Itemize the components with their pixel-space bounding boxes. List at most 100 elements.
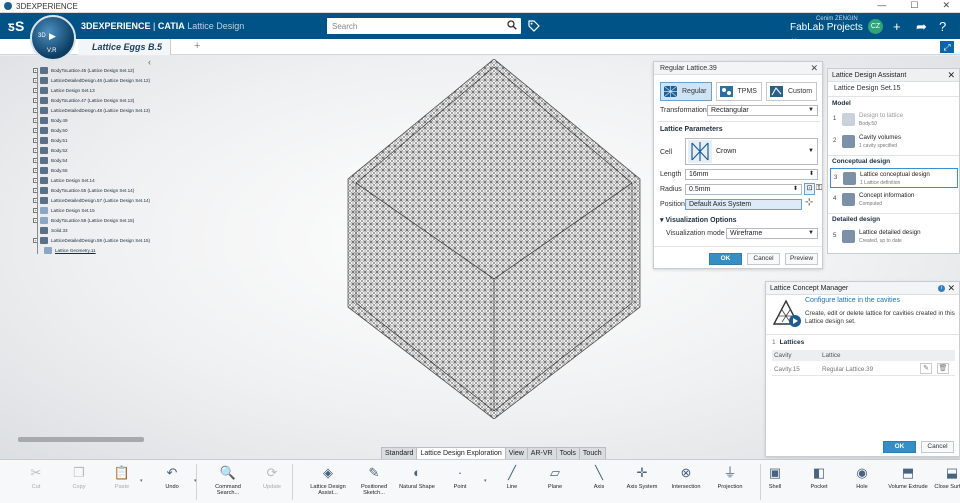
tree-item[interactable]: + LatticeDetailedDesign.48 (Lattice Desig… (33, 105, 150, 115)
spinner-icon[interactable]: ⬍ (793, 185, 798, 194)
info-icon[interactable]: i (938, 285, 945, 292)
tree-item[interactable]: + Body.51 (33, 135, 68, 145)
ok-button[interactable]: OK (709, 253, 742, 265)
step-design-to-lattice[interactable]: 1 Design to lattice Body.50 (830, 110, 958, 130)
specification-tree[interactable]: ‹ + BodyToLattice.45 (Lattice Design Set.… (0, 56, 160, 446)
visualization-mode-select[interactable]: Wireframe ▼ (726, 228, 818, 239)
search-input[interactable] (327, 18, 497, 34)
spinner-icon[interactable]: ⬍ (809, 170, 814, 179)
maximize-icon[interactable]: ☐ (910, 0, 918, 11)
undo-dropdown-icon[interactable]: ▾ (140, 478, 143, 484)
tree-item[interactable]: Lattice Geometry.11 (44, 245, 96, 255)
paste-button[interactable]: 📋 Paste (98, 462, 146, 502)
type-regular-button[interactable]: Regular (660, 82, 712, 101)
hole-button[interactable]: ◉ Hole (838, 462, 886, 502)
tree-item[interactable]: + Body.54 (33, 155, 68, 165)
delete-icon[interactable]: 🗑 (937, 363, 949, 374)
axis-system-icon[interactable]: ⊹ (805, 197, 813, 208)
step-concept-information[interactable]: 4 Concept information Computed (830, 190, 958, 210)
tag-icon[interactable] (528, 20, 540, 32)
tree-item[interactable]: Solid.33 (40, 225, 68, 235)
search-box[interactable] (327, 18, 521, 34)
tree-item[interactable]: + Body.55 (33, 165, 68, 175)
workbench-tab[interactable]: Lattice Design Exploration (416, 447, 506, 459)
intersection-button[interactable]: ⊗ Intersection (662, 462, 710, 502)
play-icon[interactable]: ▶ (49, 31, 56, 42)
command-dropdown-icon[interactable]: ▾ (194, 478, 197, 484)
volume-extrude-button[interactable]: ⬒ Volume Extrude (884, 462, 932, 502)
axis-system-button[interactable]: ✛ Axis System (618, 462, 666, 502)
dassault-logo-icon[interactable]: ƽS (8, 18, 24, 34)
workbench-tab[interactable]: Tools (555, 447, 580, 459)
tree-collapse-button[interactable]: ‹ (148, 57, 151, 67)
tab-document[interactable]: Lattice Eggs B.5 (78, 39, 172, 55)
radius-option-icon[interactable]: ⊡ (804, 183, 815, 195)
tree-item[interactable]: + Lattice Design Set.13 (33, 85, 95, 95)
undo-button[interactable]: ↶ Undo (148, 462, 196, 502)
cell-select[interactable]: Crown ▼ (685, 138, 818, 165)
cancel-button[interactable]: Cancel (747, 253, 780, 265)
tree-item[interactable]: + Lattice Design Set.15 (33, 205, 95, 215)
length-input[interactable]: 16mm ⬍ (685, 169, 818, 180)
tree-item[interactable]: + Body.49 (33, 115, 68, 125)
tree-item[interactable]: + LatticeDetailedDesign.59 (Lattice Desig… (33, 235, 150, 245)
step-lattice-conceptual-design[interactable]: 3 Lattice conceptual design 1 Lattice de… (830, 168, 958, 188)
lattice-geometry[interactable] (344, 59, 644, 419)
copy-button[interactable]: ❐ Copy (55, 462, 103, 502)
command-search-button[interactable]: 🔍 Command Search... (204, 462, 252, 502)
scissors-button[interactable]: ✂ Cut (12, 462, 60, 502)
tree-item[interactable]: + LatticeDetailedDesign.57 (Lattice Desig… (33, 195, 150, 205)
type-tpms-button[interactable]: TPMS (715, 82, 762, 101)
workbench-tab[interactable]: Touch (578, 447, 606, 459)
tree-item[interactable]: + BodyToLattice.58 (Lattice Design Set.15… (33, 215, 134, 225)
search-icon[interactable] (507, 20, 517, 30)
tree-item[interactable]: + Body.50 (33, 125, 68, 135)
help-icon[interactable]: ? (939, 19, 946, 34)
plane-button[interactable]: ▱ Plane (531, 462, 579, 502)
projection-button[interactable]: ⏚ Projection (706, 462, 754, 502)
radius-lock-icon[interactable]: ⚿ (816, 183, 822, 193)
step-cavity-volumes[interactable]: 2 Cavity volumes 1 cavity specified (830, 132, 958, 152)
lattice-assistant-button[interactable]: ◈ Lattice Design Assist... (304, 462, 352, 502)
transformation-select[interactable]: Rectangular ▼ (707, 105, 818, 116)
tree-item[interactable]: + BodyToLattice.47 (Lattice Design Set.13… (33, 95, 134, 105)
type-custom-button[interactable]: Custom (765, 82, 818, 101)
share-icon[interactable]: ➦ (916, 19, 927, 35)
edit-icon[interactable]: ✎ (920, 363, 932, 374)
compass[interactable]: 3D ▶ V.R (30, 15, 76, 61)
radius-input[interactable]: 0.5mm ⬍ (685, 184, 802, 195)
position-field[interactable]: Default Axis System (685, 199, 802, 210)
table-row[interactable]: Cavity.15 Regular Lattice.39 ✎ 🗑 (772, 362, 955, 376)
update-button[interactable]: ⟳ Update (248, 462, 296, 502)
close-icon[interactable]: ✕ (947, 69, 955, 82)
configure-lattice-link[interactable]: Configure lattice in the cavities (805, 297, 900, 304)
step-lattice-detailed-design[interactable]: 5 Lattice detailed design Created, up to… (830, 227, 958, 247)
avatar[interactable]: CZ (868, 19, 883, 34)
add-icon[interactable]: + (893, 19, 901, 34)
workbench-tab[interactable]: View (504, 447, 528, 459)
tree-scrollbar[interactable] (18, 437, 144, 442)
add-tab-button[interactable]: + (194, 40, 200, 52)
close-icon[interactable]: ✕ (942, 0, 950, 11)
ok-button[interactable]: OK (883, 441, 916, 453)
tree-item[interactable]: + LatticeDetailedDesign.46 (Lattice Desig… (33, 75, 150, 85)
visualization-options-header[interactable]: ▾ Visualization Options (660, 216, 737, 224)
tree-item[interactable]: + Body.52 (33, 145, 68, 155)
expand-icon[interactable]: ⤢ (940, 41, 954, 53)
tree-item[interactable]: + BodyToLattice.45 (Lattice Design Set.12… (33, 65, 134, 75)
cancel-button[interactable]: Cancel (921, 441, 954, 453)
shell-button[interactable]: ▣ Shell (751, 462, 799, 502)
minimize-icon[interactable]: — (877, 0, 886, 11)
workbench-tab[interactable]: AR-VR (526, 447, 557, 459)
close-icon[interactable]: ✕ (947, 282, 955, 295)
workbench-tab[interactable]: Standard (381, 447, 418, 459)
close-icon[interactable]: ✕ (810, 62, 818, 75)
close-surface-button[interactable]: ⬓ Close Surface (928, 462, 960, 502)
point-dropdown-icon[interactable]: ▾ (484, 478, 487, 484)
pocket-button[interactable]: ◧ Pocket (795, 462, 843, 502)
natural-shape-button[interactable]: ◐ Natural Shape (393, 462, 441, 502)
line-button[interactable]: ╱ Line (488, 462, 536, 502)
point-button[interactable]: · Point (436, 462, 484, 502)
axis-button[interactable]: ╲ Axis (575, 462, 623, 502)
tree-item[interactable]: + Lattice Design Set.14 (33, 175, 95, 185)
